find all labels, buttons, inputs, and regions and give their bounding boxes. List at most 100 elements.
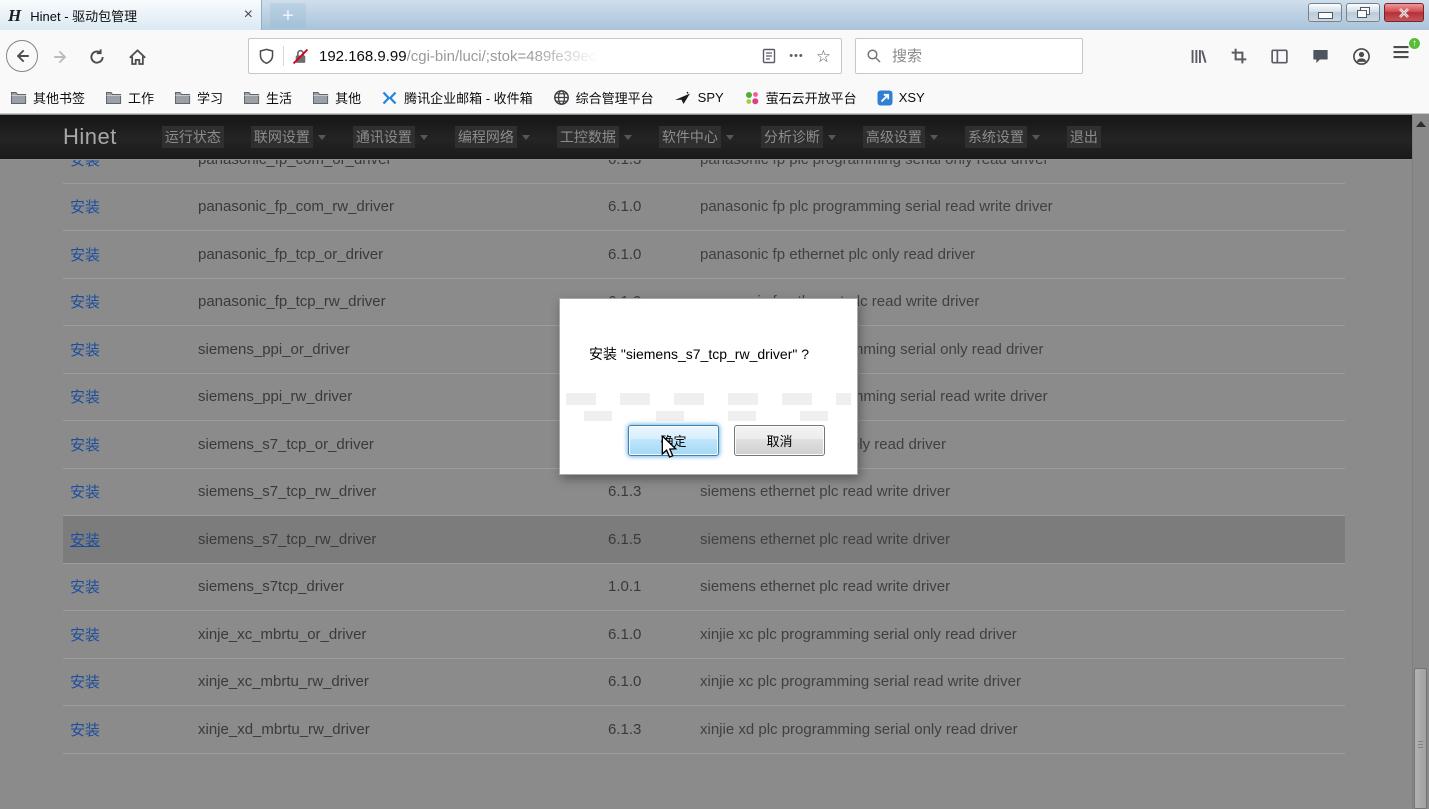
install-link[interactable]: 安装	[63, 291, 198, 312]
tab-close-icon[interactable]: ×	[244, 7, 253, 23]
install-link[interactable]: 安装	[63, 624, 198, 645]
foxmail-icon	[381, 90, 398, 106]
nav-menu-item[interactable]: 运行状态	[162, 126, 224, 148]
nav-item-label: 编程网络	[455, 126, 517, 148]
library-icon[interactable]	[1189, 47, 1208, 66]
bookmark-item[interactable]: 学习	[174, 88, 223, 107]
account-icon[interactable]	[1352, 47, 1371, 66]
install-link[interactable]: 安装	[63, 671, 198, 692]
divider	[283, 46, 284, 66]
install-link[interactable]: 安装	[63, 244, 198, 265]
bookmark-item[interactable]: 工作	[105, 88, 154, 107]
install-link[interactable]: 安装	[63, 719, 198, 740]
bookmark-label: 学习	[197, 88, 223, 107]
driver-description: xinjie xc plc programming serial only re…	[700, 626, 1345, 643]
browser-toolbar: 192.168.9.99/cgi-bin/luci/;stok=489fe39e…	[0, 30, 1429, 82]
install-link[interactable]: 安装	[63, 481, 198, 502]
chevron-down-icon	[420, 135, 428, 140]
table-row: 安装siemens_s7tcp_driver1.0.1siemens ether…	[63, 564, 1345, 612]
nav-item-label: 高级设置	[863, 126, 925, 148]
tab-title: Hinet - 驱动包管理	[30, 6, 237, 25]
update-badge: ↑	[1408, 37, 1421, 50]
forward-arrow-icon	[52, 48, 70, 66]
folder-icon	[243, 90, 260, 105]
bookmark-item[interactable]: 综合管理平台	[553, 88, 654, 107]
driver-description: siemens ethernet plc read write driver	[700, 483, 1345, 500]
menu-button[interactable]: ↑	[1391, 42, 1417, 68]
dialog-artifact-stripe	[566, 411, 851, 421]
scrollbar-thumb[interactable]	[1414, 668, 1427, 809]
chevron-down-icon	[828, 135, 836, 140]
page-actions-icon[interactable]: •••	[789, 50, 804, 62]
nav-menu-item[interactable]: 分析诊断	[761, 126, 836, 148]
screenshot-icon[interactable]	[1230, 47, 1248, 65]
chevron-down-icon	[522, 135, 530, 140]
url-bar[interactable]: 192.168.9.99/cgi-bin/luci/;stok=489fe39e…	[248, 38, 842, 74]
table-row: 安装xinje_xc_mbrtu_or_driver6.1.0xinjie xc…	[63, 611, 1345, 659]
bookmark-item[interactable]: 腾讯企业邮箱 - 收件箱	[381, 88, 533, 107]
chevron-down-icon	[930, 135, 938, 140]
browser-window: H Hinet - 驱动包管理 × +	[0, 0, 1429, 809]
reload-button[interactable]	[84, 44, 110, 70]
nav-menu-item[interactable]: 退出	[1067, 126, 1101, 148]
driver-name: panasonic_fp_com_rw_driver	[198, 198, 608, 215]
forward-button[interactable]	[48, 44, 74, 70]
home-button[interactable]	[124, 44, 150, 70]
search-bar[interactable]	[855, 38, 1083, 74]
driver-description: xinjie xd plc programming serial only re…	[700, 721, 1345, 738]
nav-menu-item[interactable]: 通讯设置	[353, 126, 428, 148]
cancel-button[interactable]: 取消	[734, 425, 825, 456]
active-tab[interactable]: H Hinet - 驱动包管理 ×	[0, 0, 262, 30]
tracking-protection-shield-icon[interactable]	[258, 48, 275, 65]
url-text[interactable]: 192.168.9.99/cgi-bin/luci/;stok=489fe39e…	[319, 48, 751, 65]
insecure-lock-icon[interactable]	[292, 48, 309, 65]
install-link[interactable]: 安装	[63, 434, 198, 455]
page-scrollbar[interactable]	[1412, 115, 1429, 809]
bookmark-item[interactable]: XSY	[877, 90, 925, 106]
bookmark-label: 综合管理平台	[576, 88, 654, 107]
new-tab-button[interactable]: +	[270, 3, 306, 28]
install-link[interactable]: 安装	[63, 576, 198, 597]
nav-menu-item[interactable]: 软件中心	[659, 126, 734, 148]
restore-button[interactable]	[1346, 3, 1380, 22]
reader-view-icon[interactable]	[761, 48, 777, 64]
mouse-cursor	[660, 436, 678, 460]
nav-menu-item[interactable]: 编程网络	[455, 126, 530, 148]
bookmark-item[interactable]: 其他书签	[10, 88, 85, 107]
driver-name: siemens_ppi_or_driver	[198, 341, 608, 358]
chevron-down-icon	[726, 135, 734, 140]
bookmark-item[interactable]: 萤石云开放平台	[744, 88, 857, 107]
restore-icon	[1357, 7, 1370, 18]
bookmark-item[interactable]: 生活	[243, 88, 292, 107]
page-content: 安装panasonic_fp_com_or_driver6.1.3panason…	[0, 115, 1412, 809]
driver-description: xinjie xc plc programming serial read wr…	[700, 673, 1345, 690]
bookmark-star-icon[interactable]: ☆	[816, 48, 831, 65]
close-button[interactable]	[1384, 3, 1424, 22]
folder-icon	[174, 90, 191, 105]
nav-menu-item[interactable]: 联网设置	[251, 126, 326, 148]
minimize-button[interactable]	[1308, 3, 1342, 22]
bookmark-label: 工作	[128, 88, 154, 107]
chat-bubble-icon[interactable]	[1311, 47, 1330, 66]
bookmark-item[interactable]: SPY	[674, 90, 724, 106]
install-link[interactable]: 安装	[63, 529, 198, 550]
spy-icon	[674, 90, 692, 106]
nav-item-label: 软件中心	[659, 126, 721, 148]
back-button[interactable]	[6, 40, 38, 72]
bookmark-item[interactable]: 其他	[312, 88, 361, 107]
install-link[interactable]: 安装	[63, 196, 198, 217]
scroll-up-button[interactable]	[1413, 115, 1429, 132]
bookmark-label: 其他书签	[33, 88, 85, 107]
nav-menu-item[interactable]: 高级设置	[863, 126, 938, 148]
driver-description: siemens ethernet plc read write driver	[700, 531, 1345, 548]
nav-item-label: 分析诊断	[761, 126, 823, 148]
search-input[interactable]	[890, 47, 1064, 66]
nav-menu-item[interactable]: 系统设置	[965, 126, 1040, 148]
sidebar-icon[interactable]	[1270, 47, 1289, 66]
nav-menu-item[interactable]: 工控数据	[557, 126, 632, 148]
site-brand[interactable]: Hinet	[63, 124, 117, 150]
install-link[interactable]: 安装	[63, 339, 198, 360]
bookmark-label: 腾讯企业邮箱 - 收件箱	[404, 88, 533, 107]
nav-menu: 运行状态 联网设置 通讯设置 编程网络 工控数据 软件中心 分析诊断 高级设置 系统设置 退出	[162, 126, 1101, 148]
install-link[interactable]: 安装	[63, 386, 198, 407]
